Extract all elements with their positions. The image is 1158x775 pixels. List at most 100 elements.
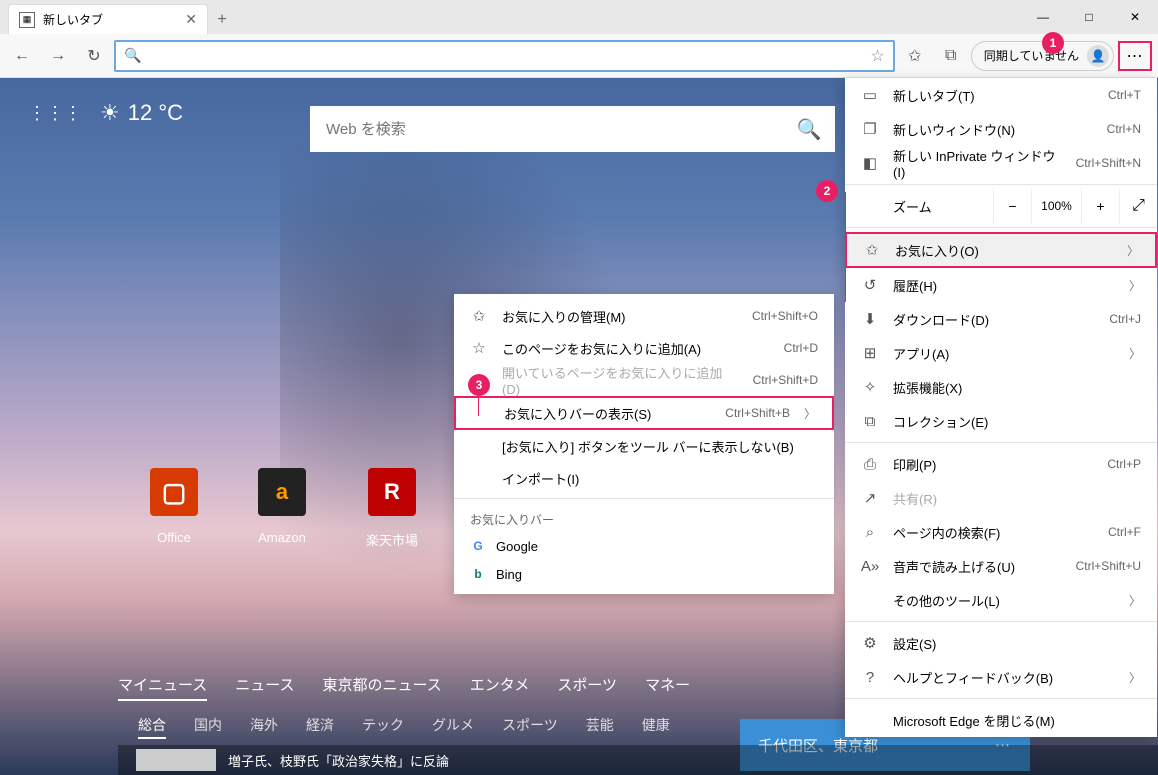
menu-history[interactable]: ↺ 履歴(H) 〉 bbox=[845, 268, 1157, 302]
web-search-submit[interactable]: 🔍 bbox=[789, 109, 829, 149]
newsnav-item[interactable]: スポーツ bbox=[557, 674, 617, 701]
tab-newtab[interactable]: ▦ 新しいタブ ✕ bbox=[8, 4, 208, 34]
submenu-hide-favorites-button[interactable]: [お気に入り] ボタンをツール バーに表示しない(B) bbox=[454, 430, 834, 462]
tab-title: 新しいタブ bbox=[43, 11, 103, 28]
fullscreen-button[interactable]: ⤢ bbox=[1119, 189, 1157, 223]
chevron-right-icon: 〉 bbox=[804, 405, 816, 422]
zoom-out-button[interactable]: − bbox=[993, 189, 1031, 223]
tab-close-icon[interactable]: ✕ bbox=[185, 11, 197, 28]
subnav-item[interactable]: 経済 bbox=[306, 715, 334, 739]
address-bar[interactable]: 🔍 ☆ bbox=[114, 40, 895, 72]
news-headline-row[interactable]: 増子氏、枝野氏「政治家失格」に反論 bbox=[118, 745, 1158, 775]
submenu-manage-favorites[interactable]: ✩ お気に入りの管理(M) Ctrl+Shift+O bbox=[454, 300, 834, 332]
newsnav-item[interactable]: マネー bbox=[645, 674, 690, 701]
favorite-google[interactable]: G Google bbox=[454, 532, 834, 560]
newsnav-item[interactable]: マイニュース bbox=[118, 674, 207, 701]
subnav-item[interactable]: 健康 bbox=[642, 715, 670, 739]
menu-find[interactable]: ⌕ ページ内の検索(F) Ctrl+F bbox=[845, 515, 1157, 549]
minimize-button[interactable]: — bbox=[1020, 1, 1066, 33]
forward-button[interactable]: → bbox=[42, 40, 74, 72]
close-window-button[interactable]: ✕ bbox=[1112, 1, 1158, 33]
menu-help[interactable]: ? ヘルプとフィードバック(B) 〉 bbox=[845, 660, 1157, 694]
zoom-value: 100% bbox=[1031, 189, 1081, 223]
menu-separator bbox=[845, 227, 1157, 228]
menu-favorites[interactable]: ✩ お気に入り(O) 〉 bbox=[845, 232, 1157, 268]
subnav-item[interactable]: 総合 bbox=[138, 715, 166, 739]
subnav-item[interactable]: テック bbox=[362, 715, 404, 739]
newsnav-item[interactable]: ニュース bbox=[235, 674, 294, 701]
menu-settings[interactable]: ⚙ 設定(S) bbox=[845, 626, 1157, 660]
sync-status-label: 同期していません bbox=[984, 47, 1079, 64]
titlebar: ▦ 新しいタブ ✕ + — □ ✕ bbox=[0, 0, 1158, 34]
temperature-label: 12 °C bbox=[128, 100, 183, 126]
menu-apps[interactable]: ⊞ アプリ(A) 〉 bbox=[845, 336, 1157, 370]
menu-more-tools[interactable]: その他のツール(L) 〉 bbox=[845, 583, 1157, 617]
new-tab-button[interactable]: + bbox=[208, 6, 236, 34]
favorites-button[interactable]: ✩ bbox=[899, 40, 931, 72]
address-input[interactable] bbox=[149, 48, 862, 64]
web-search-input[interactable] bbox=[326, 121, 789, 138]
menu-extensions[interactable]: ✧ 拡張機能(X) bbox=[845, 370, 1157, 404]
history-icon: ↺ bbox=[861, 276, 879, 294]
quicklink-label: Office bbox=[157, 530, 191, 545]
search-icon: 🔍 bbox=[124, 47, 141, 64]
web-search-box[interactable]: 🔍 bbox=[310, 106, 835, 152]
subnav-item[interactable]: 国内 bbox=[194, 715, 222, 739]
menu-collections[interactable]: ⧉ コレクション(E) bbox=[845, 404, 1157, 438]
submenu-add-open-pages: 開いているページをお気に入りに追加(D) Ctrl+Shift+D bbox=[454, 364, 834, 396]
menu-read-aloud[interactable]: A» 音声で読み上げる(U) Ctrl+Shift+U bbox=[845, 549, 1157, 583]
quicklink-rakuten[interactable]: R 楽天市場 bbox=[366, 468, 418, 549]
read-aloud-icon: A» bbox=[861, 558, 879, 575]
submenu-show-favorites-bar[interactable]: お気に入りバーの表示(S) Ctrl+Shift+B 〉 bbox=[454, 396, 834, 430]
maximize-button[interactable]: □ bbox=[1066, 1, 1112, 33]
favorite-bing[interactable]: b Bing bbox=[454, 560, 834, 588]
favorites-icon: ✩ bbox=[470, 307, 488, 325]
chevron-right-icon: 〉 bbox=[1129, 345, 1141, 362]
weather-widget[interactable]: ☀ 12 °C bbox=[100, 100, 183, 126]
submenu-import[interactable]: インポート(I) bbox=[454, 462, 834, 494]
zoom-controls: − 100% + ⤢ bbox=[993, 189, 1157, 223]
news-headline: 増子氏、枝野氏「政治家失格」に反論 bbox=[228, 751, 449, 770]
gear-icon: ⚙ bbox=[861, 634, 879, 652]
help-icon: ? bbox=[861, 669, 879, 686]
quicklink-office[interactable]: ▢ Office bbox=[150, 468, 198, 549]
subnav-item[interactable]: 海外 bbox=[250, 715, 278, 739]
back-button[interactable]: ← bbox=[6, 40, 38, 72]
refresh-button[interactable]: ↻ bbox=[78, 40, 110, 72]
quicklink-amazon[interactable]: a Amazon bbox=[258, 468, 306, 549]
menu-close-edge[interactable]: Microsoft Edge を閉じる(M) bbox=[845, 703, 1157, 737]
annotation-badge-1: 1 bbox=[1042, 32, 1064, 54]
submenu-add-page[interactable]: ☆ このページをお気に入りに追加(A) Ctrl+D bbox=[454, 332, 834, 364]
google-icon: G bbox=[470, 538, 486, 554]
menu-new-inprivate[interactable]: ◧ 新しい InPrivate ウィンドウ(I) Ctrl+Shift+N bbox=[845, 146, 1157, 180]
collections-button[interactable]: ⧉ bbox=[935, 40, 967, 72]
newsnav-item[interactable]: 東京都のニュース bbox=[323, 674, 442, 701]
more-menu-button[interactable]: ⋯ bbox=[1118, 41, 1152, 71]
tab-favicon: ▦ bbox=[19, 12, 35, 28]
menu-separator bbox=[845, 184, 1157, 185]
new-tab-icon: ▭ bbox=[861, 86, 879, 104]
menu-new-tab[interactable]: ▭ 新しいタブ(T) Ctrl+T bbox=[845, 78, 1157, 112]
star-add-icon: ☆ bbox=[470, 339, 488, 357]
favorites-submenu: ✩ お気に入りの管理(M) Ctrl+Shift+O ☆ このページをお気に入り… bbox=[454, 294, 834, 594]
newsnav-item[interactable]: エンタメ bbox=[470, 674, 530, 701]
subnav-item[interactable]: 芸能 bbox=[586, 715, 614, 739]
menu-new-window[interactable]: ❐ 新しいウィンドウ(N) Ctrl+N bbox=[845, 112, 1157, 146]
subnav-item[interactable]: スポーツ bbox=[502, 715, 558, 739]
find-icon: ⌕ bbox=[861, 524, 879, 541]
bing-icon: b bbox=[470, 566, 486, 582]
zoom-in-button[interactable]: + bbox=[1081, 189, 1119, 223]
avatar-icon: 👤 bbox=[1087, 45, 1109, 67]
inprivate-icon: ◧ bbox=[861, 154, 879, 172]
favorite-star-icon[interactable]: ☆ bbox=[870, 46, 884, 66]
apps-grid-icon[interactable]: ⋮⋮⋮ bbox=[28, 103, 82, 124]
menu-print[interactable]: ⎙ 印刷(P) Ctrl+P bbox=[845, 447, 1157, 481]
subnav-item[interactable]: グルメ bbox=[432, 715, 474, 739]
extensions-icon: ✧ bbox=[861, 378, 879, 396]
menu-share: ↗ 共有(R) bbox=[845, 481, 1157, 515]
apps-icon: ⊞ bbox=[861, 344, 879, 362]
menu-zoom: ズーム − 100% + ⤢ bbox=[845, 189, 1157, 223]
menu-downloads[interactable]: ⬇ ダウンロード(D) Ctrl+J bbox=[845, 302, 1157, 336]
window-controls: — □ ✕ bbox=[1020, 1, 1158, 33]
chevron-right-icon: 〉 bbox=[1129, 669, 1141, 686]
